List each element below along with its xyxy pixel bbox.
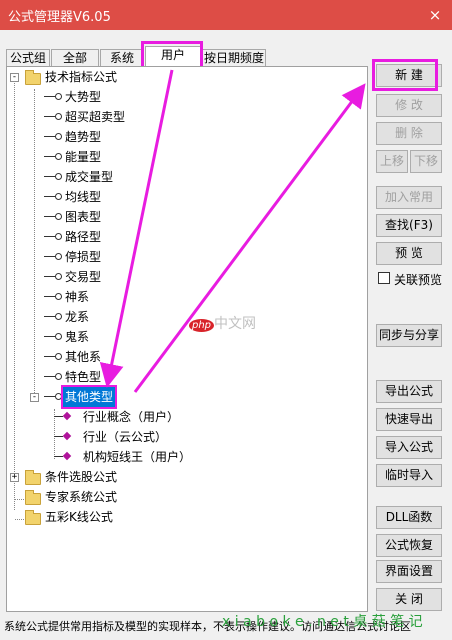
arrow-tab-to-folder [99,69,174,388]
arrow-folder-to-new [133,83,366,393]
annotation-arrows [99,69,366,393]
